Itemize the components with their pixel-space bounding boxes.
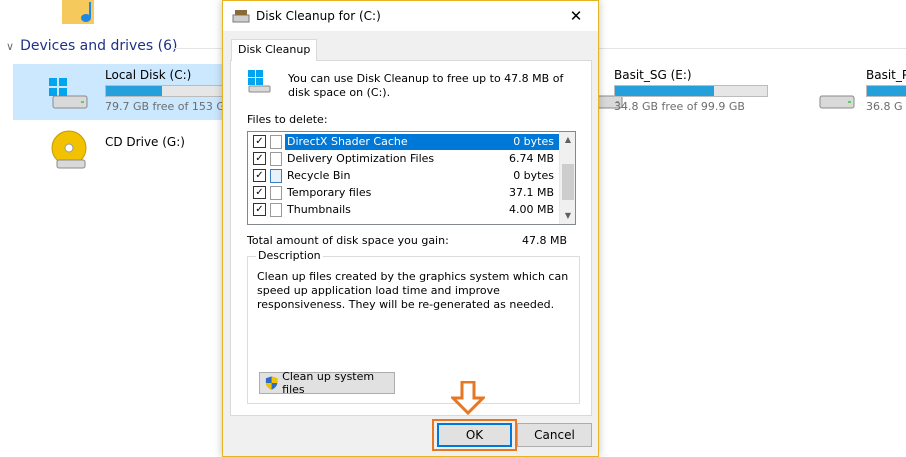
section-divider — [172, 48, 224, 49]
file-category-size: 37.1 MB — [508, 186, 554, 199]
windows-drive-icon — [248, 70, 271, 93]
drive-name: Basit_SG (E:) — [614, 68, 692, 82]
drive-free-space: 34.8 GB free of 99.9 GB — [614, 100, 745, 113]
drive-usage-bar — [105, 85, 223, 97]
file-icon — [270, 202, 282, 217]
chevron-down-icon: ∨ — [6, 39, 15, 53]
tab-panel: You can use Disk Cleanup to free up to 4… — [230, 60, 592, 416]
list-scrollbar[interactable]: ▲ ▼ — [559, 132, 575, 224]
shield-icon — [265, 376, 278, 390]
dialog-titlebar[interactable]: Disk Cleanup for (C:) ✕ — [223, 1, 598, 31]
list-item[interactable]: ✓ Recycle Bin 0 bytes — [248, 167, 560, 184]
description-legend: Description — [256, 249, 323, 262]
scroll-down-icon[interactable]: ▼ — [560, 208, 575, 224]
scroll-thumb[interactable] — [562, 164, 574, 200]
checkbox[interactable]: ✓ — [253, 203, 266, 216]
drive-cd-g[interactable]: CD Drive (G:) — [13, 128, 222, 184]
file-category-size: 6.74 MB — [508, 152, 554, 165]
cd-drive-icon — [51, 130, 87, 169]
disk-cleanup-icon — [232, 10, 250, 23]
section-divider — [598, 48, 906, 49]
checkbox[interactable]: ✓ — [253, 135, 266, 148]
drive-name: CD Drive (G:) — [105, 135, 185, 149]
ok-button[interactable]: OK — [437, 423, 512, 447]
file-category-size: 0 bytes — [513, 135, 554, 148]
checkbox[interactable]: ✓ — [253, 169, 266, 182]
drive-usage-bar — [614, 85, 768, 97]
total-space-value: 47.8 MB — [521, 234, 567, 247]
close-icon: ✕ — [569, 7, 583, 25]
drive-free-space: 36.8 G — [866, 100, 903, 113]
file-category-size: 4.00 MB — [508, 203, 554, 216]
drive-usage-fill — [615, 86, 714, 96]
file-icon — [270, 151, 282, 166]
file-icon — [270, 134, 282, 149]
file-category-size: 0 bytes — [513, 169, 554, 182]
list-item[interactable]: ✓ Temporary files 37.1 MB — [248, 184, 560, 201]
total-space-label: Total amount of disk space you gain: — [247, 234, 449, 247]
clean-up-system-files-button[interactable]: Clean up system files — [259, 370, 395, 396]
disk-cleanup-dialog: Disk Cleanup for (C:) ✕ Disk Cleanup You… — [222, 0, 599, 457]
checkbox[interactable]: ✓ — [253, 186, 266, 199]
scroll-up-icon[interactable]: ▲ — [560, 132, 575, 148]
hard-drive-icon — [819, 95, 855, 109]
drive-local-disk-c[interactable]: Local Disk (C:) 79.7 GB free of 153 GB — [13, 64, 232, 120]
dialog-title: Disk Cleanup for (C:) — [256, 9, 381, 23]
drive-basit-p[interactable]: Basit_P 36.8 G — [774, 64, 906, 120]
intro-text: You can use Disk Cleanup to free up to 4… — [288, 72, 564, 99]
music-folder-icon — [62, 0, 94, 24]
drive-name: Local Disk (C:) — [105, 68, 192, 82]
drive-usage-fill — [106, 86, 162, 96]
drive-usage-bar — [866, 85, 906, 97]
tab-disk-cleanup[interactable]: Disk Cleanup — [231, 39, 318, 61]
arrow-down-icon — [451, 381, 485, 415]
close-button[interactable]: ✕ — [554, 1, 598, 31]
cancel-button[interactable]: Cancel — [517, 423, 592, 447]
devices-section-header[interactable]: ∨ Devices and drives (6) — [6, 38, 177, 54]
devices-section-title: Devices and drives (6) — [20, 38, 178, 54]
description-group: Description Clean up files created by th… — [247, 249, 580, 404]
files-to-delete-label: Files to delete: — [247, 113, 328, 126]
list-item[interactable]: ✓ Thumbnails 4.00 MB — [248, 201, 560, 218]
checkbox[interactable]: ✓ — [253, 152, 266, 165]
file-icon — [270, 185, 282, 200]
list-item[interactable]: ✓ Delivery Optimization Files 6.74 MB — [248, 150, 560, 167]
list-item[interactable]: ✓ DirectX Shader Cache 0 bytes — [248, 133, 560, 150]
drive-name: Basit_P — [866, 68, 906, 82]
windows-drive-icon — [49, 78, 88, 109]
recycle-bin-icon — [270, 168, 282, 183]
drive-usage-fill — [867, 86, 906, 96]
description-text: Clean up files created by the graphics s… — [257, 270, 569, 311]
files-to-delete-list[interactable]: ✓ DirectX Shader Cache 0 bytes ✓ Deliver… — [247, 131, 576, 225]
drive-free-space: 79.7 GB free of 153 GB — [105, 100, 233, 113]
clean-up-system-files-label: Clean up system files — [282, 370, 375, 396]
